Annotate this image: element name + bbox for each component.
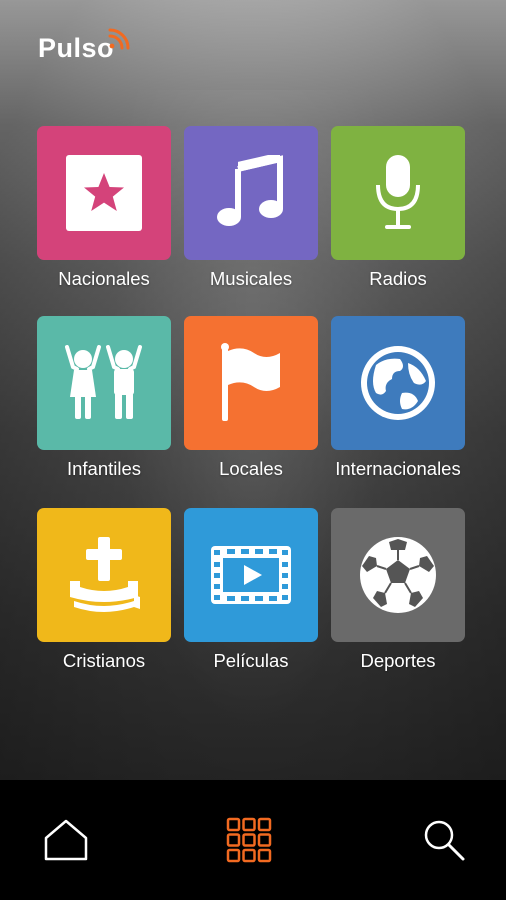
label-locales: Locales (219, 458, 283, 479)
label-infantiles: Infantiles (66, 458, 142, 479)
label-radios: Radios (369, 268, 427, 289)
label-nacionales: Nacionales (58, 268, 150, 289)
signal-waves-icon (108, 28, 130, 50)
label-cristianos: Cristianos (62, 650, 146, 671)
app-logo: Pulso (38, 28, 136, 64)
soccer-ball-icon (360, 537, 436, 613)
category-cristianos[interactable]: Cristianos (37, 508, 171, 672)
bottom-navigation-bar (0, 780, 506, 900)
label-deportes: Deportes (360, 650, 436, 671)
category-infantiles[interactable]: Infantiles (37, 316, 171, 480)
film-play-icon (211, 546, 291, 604)
category-peliculas[interactable]: Películas (184, 508, 318, 672)
category-internacionales[interactable]: Internacionales (331, 316, 465, 480)
label-internacionales: Internacionales (335, 458, 461, 479)
nav-home-button[interactable] (36, 810, 96, 870)
tile-peliculas[interactable] (184, 508, 318, 642)
home-screen: Pulso Nacionales Musicales Radios Infant… (0, 0, 506, 780)
tile-locales[interactable] (184, 316, 318, 450)
music-note-icon (217, 155, 283, 226)
category-radios[interactable]: Radios (331, 126, 465, 290)
tile-cristianos[interactable] (37, 508, 171, 642)
category-locales[interactable]: Locales (184, 316, 318, 480)
star-icon (66, 155, 142, 231)
tile-deportes[interactable] (331, 508, 465, 642)
tile-internacionales[interactable] (331, 316, 465, 450)
tile-infantiles[interactable] (37, 316, 171, 450)
microphone-icon (376, 155, 420, 229)
tile-nacionales[interactable] (37, 126, 171, 260)
children-icon (65, 345, 142, 419)
label-musicales: Musicales (209, 268, 293, 289)
category-deportes[interactable]: Deportes (331, 508, 465, 672)
nav-search-button[interactable] (414, 810, 474, 870)
category-musicales[interactable]: Musicales (184, 126, 318, 290)
search-icon (424, 820, 465, 861)
grid-icon (226, 817, 272, 863)
globe-icon (361, 346, 435, 420)
tile-radios[interactable] (331, 126, 465, 260)
tile-musicales[interactable] (184, 126, 318, 260)
home-icon (44, 819, 88, 861)
logo-text: Pulso (38, 33, 115, 63)
nav-grid-button[interactable] (219, 810, 279, 870)
category-nacionales[interactable]: Nacionales (37, 126, 171, 290)
bible-cross-icon (70, 537, 140, 612)
flag-icon (221, 343, 280, 421)
label-peliculas: Películas (213, 650, 289, 671)
